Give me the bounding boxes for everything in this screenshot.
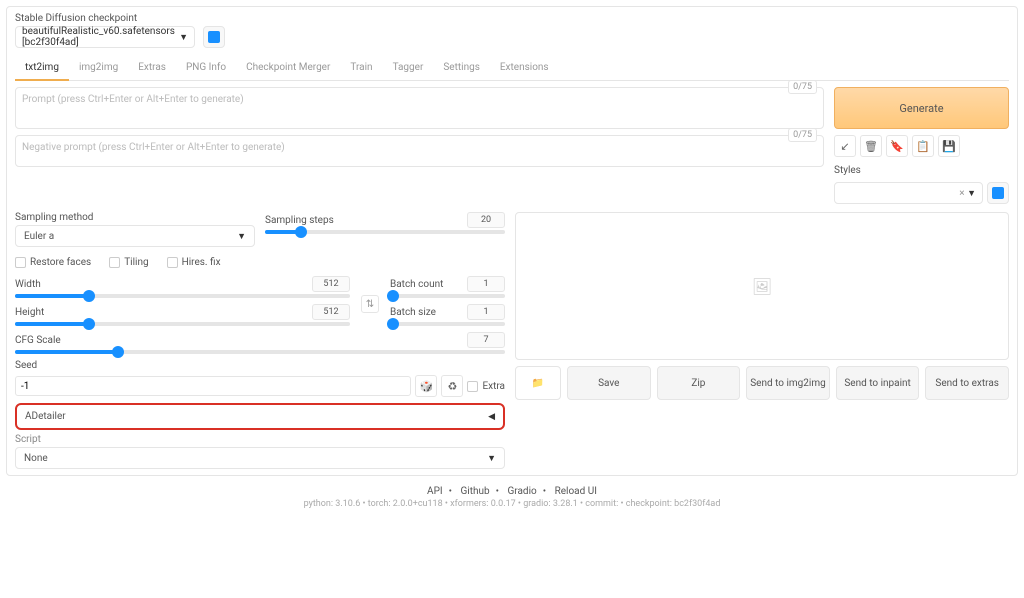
folder-icon: 📁: [532, 378, 544, 389]
refresh-checkpoint-button[interactable]: [203, 26, 225, 48]
checkpoint-label: Stable Diffusion checkpoint: [15, 13, 1009, 24]
sampling-steps-label: Sampling steps: [265, 215, 334, 226]
footer-api-link[interactable]: API: [427, 486, 443, 497]
arrow-icon-button[interactable]: ↙: [834, 135, 856, 157]
seed-label: Seed: [15, 360, 505, 371]
chevron-down-icon: ▼: [487, 453, 496, 464]
tab-img2img[interactable]: img2img: [69, 56, 128, 80]
trash-icon: 🗑: [864, 140, 878, 153]
sampling-steps-value[interactable]: 20: [467, 212, 505, 228]
sampling-method-label: Sampling method: [15, 212, 255, 223]
tab-pnginfo[interactable]: PNG Info: [176, 56, 236, 80]
send-inpaint-button[interactable]: Send to inpaint: [836, 366, 920, 400]
neg-placeholder: Negative prompt (press Ctrl+Enter or Alt…: [22, 142, 285, 153]
tab-extensions[interactable]: Extensions: [490, 56, 559, 80]
prompt-token-count: 0/75: [788, 80, 817, 94]
width-slider[interactable]: [15, 294, 350, 298]
sampling-steps-slider[interactable]: [265, 230, 505, 234]
open-folder-button[interactable]: 📁: [515, 366, 561, 400]
tab-tagger[interactable]: Tagger: [383, 56, 434, 80]
save-icon: 💾: [942, 140, 956, 153]
cfg-slider[interactable]: [15, 350, 505, 354]
neg-prompt-input[interactable]: 0/75 Negative prompt (press Ctrl+Enter o…: [15, 135, 824, 167]
restore-faces-checkbox[interactable]: Restore faces: [15, 257, 91, 268]
triangle-left-icon: ◀: [488, 412, 495, 422]
hires-fix-checkbox[interactable]: Hires. fix: [167, 257, 221, 268]
cfg-value[interactable]: 7: [467, 332, 505, 348]
chevron-down-icon: ▼: [237, 231, 246, 242]
main-tabs: txt2img img2img Extras PNG Info Checkpoi…: [15, 56, 1009, 81]
width-label: Width: [15, 279, 41, 290]
generate-button[interactable]: Generate: [834, 87, 1009, 129]
tab-settings[interactable]: Settings: [433, 56, 490, 80]
checkpoint-value: beautifulRealistic_v60.safetensors [bc2f…: [22, 26, 179, 48]
seed-input[interactable]: [15, 376, 411, 396]
styles-label: Styles: [834, 165, 1009, 176]
seed-extra-checkbox[interactable]: Extra: [467, 381, 505, 392]
bookmark-icon: 🔖: [890, 140, 904, 153]
checkpoint-select[interactable]: beautifulRealistic_v60.safetensors [bc2f…: [15, 26, 195, 48]
seed-recycle-button[interactable]: ♻: [441, 375, 463, 397]
script-select[interactable]: None ▼: [15, 447, 505, 469]
send-img2img-button[interactable]: Send to img2img: [746, 366, 830, 400]
recycle-icon: ♻: [448, 380, 458, 393]
save-style-button[interactable]: 💾: [938, 135, 960, 157]
footer-github-link[interactable]: Github: [460, 486, 489, 497]
script-label: Script: [15, 434, 505, 445]
dice-icon: 🎲: [420, 380, 434, 393]
swap-dimensions-button[interactable]: ⇅: [361, 295, 379, 313]
styles-select[interactable]: × ▼: [834, 182, 983, 204]
footer-reload-link[interactable]: Reload UI: [555, 486, 597, 497]
refresh-styles-button[interactable]: [987, 182, 1009, 204]
tab-checkpoint-merger[interactable]: Checkpoint Merger: [236, 56, 340, 80]
batch-count-label: Batch count: [390, 279, 443, 290]
tab-txt2img[interactable]: txt2img: [15, 56, 69, 81]
clipboard-icon: 📋: [916, 140, 930, 153]
trash-icon-button[interactable]: 🗑: [860, 135, 882, 157]
footer-gradio-link[interactable]: Gradio: [507, 486, 536, 497]
footer-links: API• Github• Gradio• Reload UI: [6, 486, 1018, 497]
bookmark-icon-button[interactable]: 🔖: [886, 135, 908, 157]
image-preview: 🖼: [515, 212, 1009, 360]
height-slider[interactable]: [15, 322, 350, 326]
sampling-method-select[interactable]: Euler a ▼: [15, 225, 255, 247]
tiling-checkbox[interactable]: Tiling: [109, 257, 148, 268]
refresh-icon: [992, 187, 1004, 199]
batch-count-value[interactable]: 1: [467, 276, 505, 292]
chevron-down-icon: ▼: [179, 32, 188, 43]
adetailer-accordion[interactable]: ADetailer ◀: [15, 403, 505, 430]
height-value[interactable]: 512: [312, 304, 350, 320]
refresh-icon: [208, 31, 220, 43]
batch-size-label: Batch size: [390, 307, 436, 318]
prompt-placeholder: Prompt (press Ctrl+Enter or Alt+Enter to…: [22, 94, 244, 105]
seed-dice-button[interactable]: 🎲: [415, 375, 437, 397]
height-label: Height: [15, 307, 44, 318]
save-button[interactable]: Save: [567, 366, 651, 400]
chevron-down-icon: ▼: [967, 189, 976, 199]
image-placeholder-icon: 🖼: [752, 277, 772, 296]
cfg-label: CFG Scale: [15, 335, 61, 346]
batch-count-slider[interactable]: [390, 294, 505, 298]
zip-button[interactable]: Zip: [657, 366, 741, 400]
batch-size-slider[interactable]: [390, 322, 505, 326]
tab-train[interactable]: Train: [340, 56, 382, 80]
prompt-input[interactable]: 0/75 Prompt (press Ctrl+Enter or Alt+Ent…: [15, 87, 824, 129]
tab-extras[interactable]: Extras: [128, 56, 176, 80]
width-value[interactable]: 512: [312, 276, 350, 292]
footer-version-info: python: 3.10.6 • torch: 2.0.0+cu118 • xf…: [6, 499, 1018, 509]
neg-token-count: 0/75: [788, 128, 817, 142]
batch-size-value[interactable]: 1: [467, 304, 505, 320]
send-extras-button[interactable]: Send to extras: [925, 366, 1009, 400]
clipboard-icon-button[interactable]: 📋: [912, 135, 934, 157]
arrow-icon: ↙: [840, 140, 849, 153]
